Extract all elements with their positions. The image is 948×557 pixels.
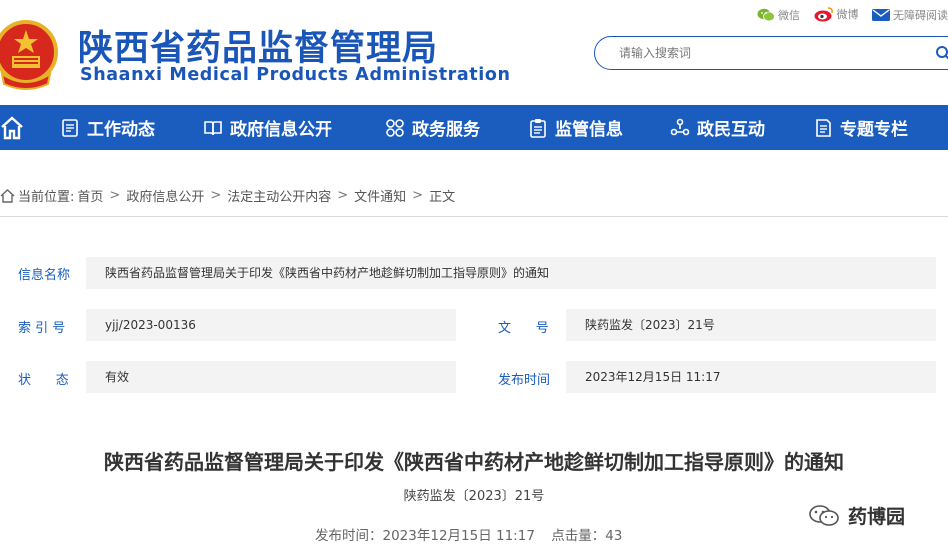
nav-label: 监管信息	[555, 120, 623, 140]
info-name-value: 陕西省药品监督管理局关于印发《陕西省中药材产地趁鲜切制加工指导原则》的通知	[86, 257, 936, 289]
article-meta: 发布时间：2023年12月15日 11:17 点击量：43	[315, 524, 622, 544]
document-icon	[62, 118, 78, 137]
accessibility-label: 无障碍阅读	[893, 9, 948, 22]
article-doc-number: 陕药监发〔2023〕21号	[403, 489, 545, 504]
breadcrumb-separator: >	[109, 188, 121, 203]
site-header: 陕西省药品监督管理局 Shaanxi Medical Products Admi…	[0, 0, 948, 105]
weibo-label: 微博	[836, 8, 859, 21]
search-input[interactable]	[617, 45, 921, 61]
info-index-value: yjj/2023-00136	[86, 309, 456, 341]
publish-time: 2023年12月15日 11:17	[382, 528, 535, 544]
breadcrumb-separator: >	[337, 188, 349, 203]
nav-item-work-news[interactable]: 工作动态	[60, 105, 155, 150]
breadcrumb-current: 正文	[429, 190, 456, 205]
breadcrumb-gov-info[interactable]: 政府信息公开	[126, 186, 204, 205]
info-status-value: 有效	[86, 361, 456, 393]
info-date-label: 发布时间	[498, 373, 551, 388]
nav-item-gov-info[interactable]: 政府信息公开	[203, 105, 332, 150]
wechat-bubble-icon	[809, 504, 839, 526]
national-emblem-logo	[0, 20, 58, 90]
accessibility-link[interactable]: 无障碍阅读	[872, 7, 948, 23]
mail-icon	[872, 9, 890, 21]
watermark-text: 药博园	[848, 506, 906, 528]
wechat-link[interactable]: 微信	[757, 7, 800, 23]
breadcrumb-notices[interactable]: 文件通知	[354, 186, 406, 205]
interaction-icon	[670, 118, 690, 135]
nav-item-regulation[interactable]: 监管信息	[528, 105, 623, 150]
nav-item-special-topics[interactable]: 专题专栏	[813, 105, 908, 150]
main-nav: 工作动态 政府信息公开 政务服务 监管信息 政民互动 专题专栏	[0, 105, 948, 150]
notebook-icon	[816, 118, 831, 137]
breadcrumb-home[interactable]: 首页	[77, 186, 103, 205]
breadcrumb-statutory[interactable]: 法定主动公开内容	[227, 186, 331, 205]
clicks-count: 43	[605, 528, 623, 544]
grid-icon	[386, 118, 404, 137]
home-icon[interactable]	[0, 116, 24, 140]
nav-label: 工作动态	[87, 120, 155, 140]
nav-label: 专题专栏	[840, 120, 908, 140]
site-title[interactable]: 陕西省药品监督管理局	[78, 20, 438, 71]
breadcrumb-prefix: 当前位置:	[18, 190, 75, 205]
clipboard-icon	[530, 118, 546, 138]
article-title: 陕西省药品监督管理局关于印发《陕西省中药材产地趁鲜切制加工指导原则》的通知	[104, 450, 844, 474]
info-index-label: 索 引 号	[18, 321, 66, 336]
weibo-icon	[814, 7, 833, 22]
breadcrumb-separator: >	[210, 188, 222, 203]
clicks-label: 点击量：	[551, 528, 606, 544]
top-links: 微信 微博 无障碍阅读	[747, 6, 948, 26]
publish-label: 发布时间：	[315, 528, 383, 544]
watermark: 药博园	[808, 502, 905, 529]
info-date-value: 2023年12月15日 11:17	[566, 361, 936, 393]
wechat-label: 微信	[778, 9, 800, 22]
info-docno-label: 文 号	[498, 321, 549, 336]
info-name-label: 信息名称	[18, 268, 71, 283]
home-icon	[0, 188, 15, 203]
nav-label: 政务服务	[412, 120, 480, 140]
wechat-icon	[757, 8, 775, 22]
search-icon[interactable]	[935, 45, 948, 61]
site-title-english[interactable]: Shaanxi Medical Products Administration	[80, 65, 511, 85]
nav-item-interaction[interactable]: 政民互动	[670, 105, 765, 150]
nav-item-gov-service[interactable]: 政务服务	[385, 105, 480, 150]
nav-label: 政民互动	[697, 120, 765, 140]
info-status-label: 状 态	[18, 373, 69, 388]
book-icon	[204, 120, 222, 135]
weibo-link[interactable]: 微博	[814, 6, 859, 22]
nav-label: 政府信息公开	[230, 120, 332, 140]
breadcrumb-separator: >	[412, 188, 424, 203]
info-docno-value: 陕药监发〔2023〕21号	[566, 309, 936, 341]
divider	[0, 216, 948, 217]
breadcrumb: 当前位置: 首页 > 政府信息公开 > 法定主动公开内容 > 文件通知 > 正文	[0, 186, 455, 205]
search-box	[594, 36, 948, 70]
